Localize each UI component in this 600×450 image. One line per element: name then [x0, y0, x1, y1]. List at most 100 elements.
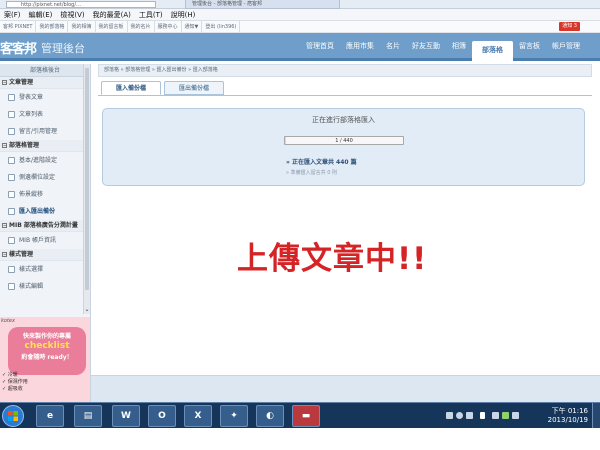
fav-link[interactable]: 服務中心 — [155, 21, 182, 33]
promo-bubble: 快來製作你的專屬 checklist 約會隨時 ready！ — [8, 327, 86, 375]
device-icon[interactable] — [466, 412, 473, 419]
taskbar-explorer-icon[interactable]: ▤ — [74, 405, 102, 427]
pencil-icon — [8, 94, 15, 101]
fav-link[interactable]: 我的相簿 — [68, 21, 96, 33]
sidebar-item-sidebar-settings[interactable]: 側邊欄位設定 — [0, 169, 90, 186]
promo-brand: kotex — [1, 318, 15, 324]
sidebar-item-new-post[interactable]: 發表文章 — [0, 89, 90, 106]
volume-icon[interactable] — [512, 412, 519, 419]
chevron-up-icon[interactable] — [480, 412, 485, 419]
fav-link[interactable]: 我的部落格 — [36, 21, 69, 33]
nav-guestbook[interactable]: 留言板 — [513, 33, 546, 59]
menu-help[interactable]: 說明(H) — [167, 9, 200, 21]
clock-date[interactable]: 2013/10/19 — [548, 416, 588, 424]
fav-link[interactable]: 我的名片 — [128, 21, 155, 33]
admin-title: 管理後台 — [41, 42, 85, 55]
collapse-icon: − — [2, 252, 7, 257]
site-header: 客客邦 管理後台 管理首頁 應用市集 名片 好友互動 相簿 部落格 留言板 帳戶… — [0, 33, 600, 61]
taskbar-outlook-icon[interactable]: O — [148, 405, 176, 427]
import-progress-bar: 1 / 440 — [284, 136, 404, 145]
sidebar-item-comments[interactable]: 留言/引用管理 — [0, 123, 90, 140]
taskbar-ie-icon[interactable]: e — [36, 405, 64, 427]
account-icon — [8, 237, 15, 244]
sidebar-item-style-edit[interactable]: 樣式編輯 — [0, 278, 90, 295]
promo-highlight: checklist — [24, 341, 70, 351]
nav-home[interactable]: 管理首頁 — [300, 33, 340, 59]
network-icon[interactable] — [492, 412, 499, 419]
show-desktop-button[interactable] — [592, 403, 600, 429]
import-panel: 正在進行部落格匯入 1 / 440 » 正在匯入文章共 440 篇 » 準備匯入… — [102, 108, 585, 186]
promo-banner[interactable]: kotex 快來製作你的專屬 checklist 約會隨時 ready！ ✓ 冷… — [0, 317, 90, 402]
sidebar-scrollbar[interactable]: ⌄ — [83, 64, 90, 314]
browser-chrome: http://pixnet.net/blog/… 管理後台 - 部落格管理 - … — [0, 0, 600, 9]
clock-time[interactable]: 下午 01:16 — [552, 406, 588, 416]
sidebar-item-theme-move[interactable]: 佈景縱移 — [0, 186, 90, 203]
layout-icon — [8, 174, 15, 181]
sidebar-section-articles[interactable]: − 文章管理 — [0, 77, 90, 89]
menu-view[interactable]: 檢視(V) — [56, 9, 88, 21]
keyboard-icon[interactable] — [446, 412, 453, 419]
fav-link[interactable]: 我的留言板 — [96, 21, 128, 33]
windows-logo-icon — [8, 411, 18, 421]
sidebar-header: 部落格後台 — [0, 64, 90, 77]
sidebar-item-style-select[interactable]: 樣式選擇 — [0, 261, 90, 278]
tab-export[interactable]: 匯出備份檔 — [164, 81, 225, 95]
content-footer-band — [91, 375, 600, 402]
taskbar-excel-icon[interactable]: X — [184, 405, 212, 427]
import-status-title: 正在進行部落格匯入 — [312, 116, 375, 124]
uploading-overlay-message: 上傳文章中!! — [237, 241, 428, 277]
tab-divider — [98, 95, 592, 96]
taskbar-app-icon[interactable]: ▬ — [292, 405, 320, 427]
promo-line1: 快來製作你的專屬 — [22, 333, 71, 340]
nav-album[interactable]: 相簿 — [446, 33, 472, 59]
menu-tools[interactable]: 工具(T) — [135, 9, 167, 21]
fav-link[interactable]: 客邦 PIXNET — [0, 21, 37, 33]
sidebar-section-blog[interactable]: − 部落格管理 — [0, 140, 90, 152]
collapse-icon: − — [2, 143, 7, 148]
sidebar-item-post-list[interactable]: 文章列表 — [0, 106, 90, 123]
promo-checks: ✓ 冷暖 ✓ 保濕作用 ✓ 超吸收 — [2, 372, 28, 392]
comment-icon — [8, 128, 15, 135]
list-icon — [8, 111, 15, 118]
chevron-down-icon[interactable]: ⌄ — [84, 306, 90, 314]
nav-friends[interactable]: 好友互動 — [406, 33, 446, 59]
browser-tab[interactable]: 管理後台 - 部落格管理 - 痞客邦 — [185, 0, 340, 9]
taskbar: e ▤ W O X ✦ ◐ ▬ 下午 01:16 2013/10/19 — [0, 402, 600, 429]
gear-icon — [8, 157, 15, 164]
help-icon[interactable] — [456, 412, 463, 419]
import-export-tabs: 匯入備份檔 匯出備份檔 — [101, 81, 227, 95]
start-button[interactable] — [2, 405, 24, 427]
favorites-bar: 客邦 PIXNET 我的部落格 我的相簿 我的留言板 我的名片 服務中心 通知▼… — [0, 21, 600, 33]
import-icon — [8, 208, 15, 215]
style-icon — [8, 266, 15, 273]
nav-namecard[interactable]: 名片 — [380, 33, 406, 59]
address-bar[interactable]: http://pixnet.net/blog/… — [6, 1, 156, 8]
menu-file[interactable]: 案(F) — [0, 9, 25, 21]
promo-line2: 約會隨時 ready！ — [21, 354, 73, 361]
sidebar-item-import-export[interactable]: 匯入匯出備份 — [0, 203, 90, 220]
progress-text: 1 / 440 — [335, 138, 353, 144]
breadcrumb: 部落格 » 部落格管理 » 匯入匯出備份 » 匯入部落格 — [98, 64, 592, 77]
import-articles-count: » 正在匯入文章共 440 篇 — [286, 159, 357, 166]
tab-import[interactable]: 匯入備份檔 — [101, 81, 162, 95]
taskbar-app-icon[interactable]: ✦ — [220, 405, 248, 427]
sidebar-section-style[interactable]: − 樣式管理 — [0, 249, 90, 261]
sidebar-item-settings[interactable]: 基本/進階設定 — [0, 152, 90, 169]
taskbar-word-icon[interactable]: W — [112, 405, 140, 427]
taskbar-paint-icon[interactable]: ◐ — [256, 405, 284, 427]
fav-link[interactable]: 登出 (lin396) — [202, 21, 241, 33]
notice-badge[interactable]: 通知 3 — [559, 22, 580, 31]
nav-blog[interactable]: 部落格 — [472, 41, 513, 61]
battery-icon[interactable] — [502, 412, 509, 419]
edit-icon — [8, 283, 15, 290]
nav-account[interactable]: 帳戶管理 — [546, 33, 586, 59]
menu-edit[interactable]: 編輯(E) — [25, 9, 57, 21]
fav-link[interactable]: 通知▼ — [182, 21, 203, 33]
site-logo[interactable]: 客客邦 — [0, 38, 37, 57]
import-comments-count: » 準備匯入留言共 0 則 — [286, 170, 338, 176]
sidebar-item-mib-account[interactable]: MIB 帳戶資訊 — [0, 232, 90, 249]
sidebar-section-mib[interactable]: − MIB 部落格廣告分潤計畫 — [0, 220, 90, 232]
nav-app-market[interactable]: 應用市集 — [340, 33, 380, 59]
menu-favorites[interactable]: 我的最愛(A) — [89, 9, 135, 21]
scroll-thumb[interactable] — [85, 68, 89, 290]
